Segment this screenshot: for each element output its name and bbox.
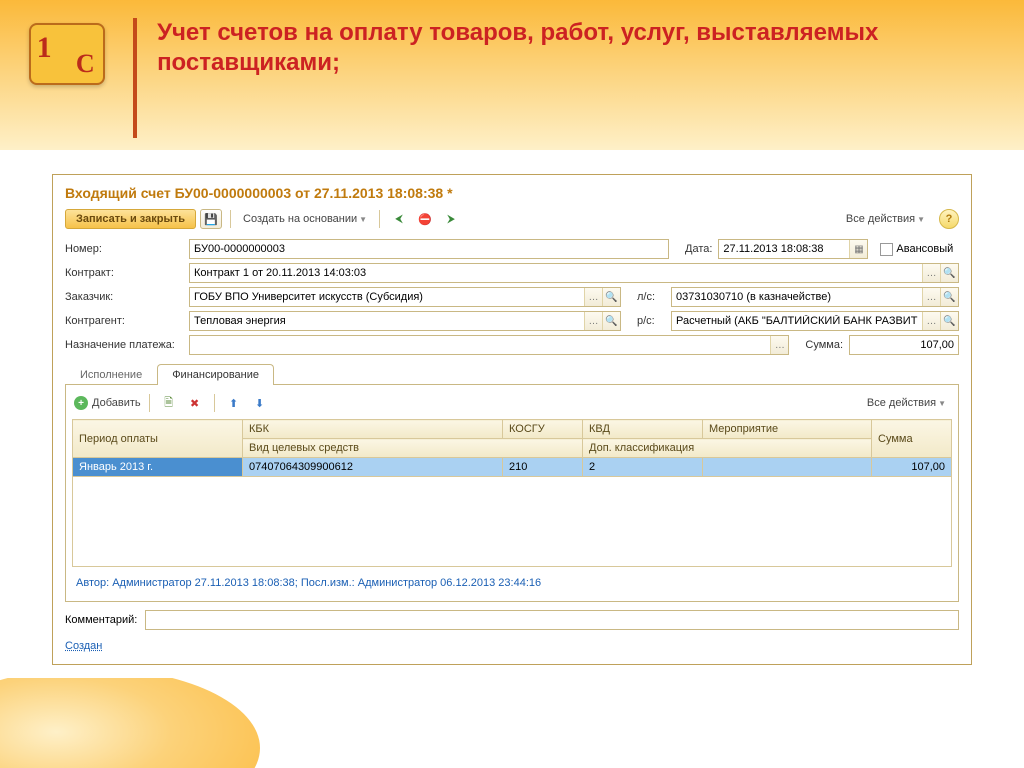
nav-prev-icon[interactable]: ⮜ — [388, 209, 410, 229]
col-sum[interactable]: Сумма — [872, 420, 952, 458]
comment-label: Комментарий: — [65, 614, 137, 626]
financing-grid[interactable]: Период оплаты КБК КОСГУ КВД Мероприятие … — [72, 419, 952, 567]
cell-period[interactable]: Январь 2013 г. — [73, 458, 243, 477]
cell-kosgu[interactable]: 210 — [503, 458, 583, 477]
contract-label: Контракт: — [65, 267, 183, 279]
select-icon[interactable]: … — [922, 288, 940, 306]
form-window: Входящий счет БУ00-0000000003 от 27.11.2… — [52, 174, 972, 665]
comment-input[interactable] — [145, 610, 959, 630]
add-row-button[interactable]: + Добавить — [74, 396, 141, 410]
logo-1c: 1C — [0, 18, 133, 85]
window-title: Входящий счет БУ00-0000000003 от 27.11.2… — [53, 175, 971, 209]
number-input[interactable] — [189, 239, 669, 259]
open-icon[interactable]: 🔍 — [940, 288, 958, 306]
tab-execution[interactable]: Исполнение — [65, 364, 157, 385]
rs-label: р/с: — [637, 315, 665, 327]
col-period[interactable]: Период оплаты — [73, 420, 243, 458]
audit-info: Автор: Администратор 27.11.2013 18:08:38… — [72, 567, 952, 595]
customer-input[interactable]: … 🔍 — [189, 287, 621, 307]
toolbar-separator — [379, 210, 380, 228]
decorative-swoosh — [0, 678, 260, 768]
open-icon[interactable]: 🔍 — [940, 312, 958, 330]
banner-divider — [133, 18, 137, 138]
move-up-icon[interactable]: ⬆ — [223, 393, 245, 413]
main-toolbar: Записать и закрыть 💾 Создать на основани… — [53, 209, 971, 235]
col-target-type[interactable]: Вид целевых средств — [243, 439, 583, 458]
select-icon[interactable]: … — [770, 336, 788, 354]
advance-checkbox[interactable] — [880, 243, 893, 256]
col-kosgu[interactable]: КОСГУ — [503, 420, 583, 439]
cell-kvd[interactable]: 2 — [583, 458, 703, 477]
select-icon[interactable]: … — [584, 288, 602, 306]
date-label: Дата: — [685, 243, 712, 255]
tab-panel-financing: + Добавить 🗎 ✖ ⬆ ⬇ Все действия▼ Период … — [65, 385, 959, 602]
delete-row-icon[interactable]: ✖ — [184, 393, 206, 413]
grid-row-selected[interactable]: Январь 2013 г. 07407064309900612 210 2 1… — [73, 458, 952, 477]
counterparty-label: Контрагент: — [65, 315, 183, 327]
cell-kbk[interactable]: 07407064309900612 — [243, 458, 503, 477]
slide-title: Учет счетов на оплату товаров, работ, ус… — [157, 18, 1024, 78]
save-and-close-button[interactable]: Записать и закрыть — [65, 209, 196, 229]
copy-row-icon[interactable]: 🗎 — [158, 393, 180, 413]
plus-icon: + — [74, 396, 88, 410]
all-actions-dropdown[interactable]: Все действия▼ — [842, 210, 929, 228]
toolbar-separator — [230, 210, 231, 228]
select-icon[interactable]: … — [922, 312, 940, 330]
open-icon[interactable]: 🔍 — [940, 264, 958, 282]
cell-sum[interactable]: 107,00 — [872, 458, 952, 477]
advance-label: Авансовый — [896, 243, 953, 255]
select-icon[interactable]: … — [922, 264, 940, 282]
ls-input[interactable]: … 🔍 — [671, 287, 959, 307]
col-add-class[interactable]: Доп. классификация — [583, 439, 872, 458]
sum-label: Сумма: — [805, 339, 843, 351]
create-on-basis-dropdown[interactable]: Создать на основании▼ — [239, 210, 371, 228]
customer-label: Заказчик: — [65, 291, 183, 303]
cell-event[interactable] — [703, 458, 872, 477]
sum-input[interactable] — [849, 335, 959, 355]
calendar-icon[interactable]: ▦ — [849, 240, 867, 258]
panel-all-actions-dropdown[interactable]: Все действия▼ — [863, 394, 950, 412]
date-input[interactable]: ▦ — [718, 239, 868, 259]
open-icon[interactable]: 🔍 — [602, 288, 620, 306]
tab-bar: Исполнение Финансирование — [65, 363, 959, 385]
nav-next-icon[interactable]: ⮞ — [440, 209, 462, 229]
select-icon[interactable]: … — [584, 312, 602, 330]
save-icon-button[interactable]: 💾 — [200, 209, 222, 229]
ls-label: л/с: — [637, 291, 665, 303]
rs-input[interactable]: … 🔍 — [671, 311, 959, 331]
purpose-label: Назначение платежа: — [65, 339, 183, 351]
col-event[interactable]: Мероприятие — [703, 420, 872, 439]
contract-input[interactable]: … 🔍 — [189, 263, 959, 283]
help-button[interactable]: ? — [939, 209, 959, 229]
move-down-icon[interactable]: ⬇ — [249, 393, 271, 413]
open-icon[interactable]: 🔍 — [602, 312, 620, 330]
col-kbk[interactable]: КБК — [243, 420, 503, 439]
col-kvd[interactable]: КВД — [583, 420, 703, 439]
nav-stop-icon[interactable]: ⛔ — [414, 209, 436, 229]
grid-empty-area[interactable] — [73, 477, 952, 567]
counterparty-input[interactable]: … 🔍 — [189, 311, 621, 331]
number-label: Номер: — [65, 243, 183, 255]
created-link[interactable]: Создан — [65, 640, 102, 652]
purpose-input[interactable]: … — [189, 335, 789, 355]
slide-banner: 1C Учет счетов на оплату товаров, работ,… — [0, 0, 1024, 150]
tab-financing[interactable]: Финансирование — [157, 364, 274, 385]
